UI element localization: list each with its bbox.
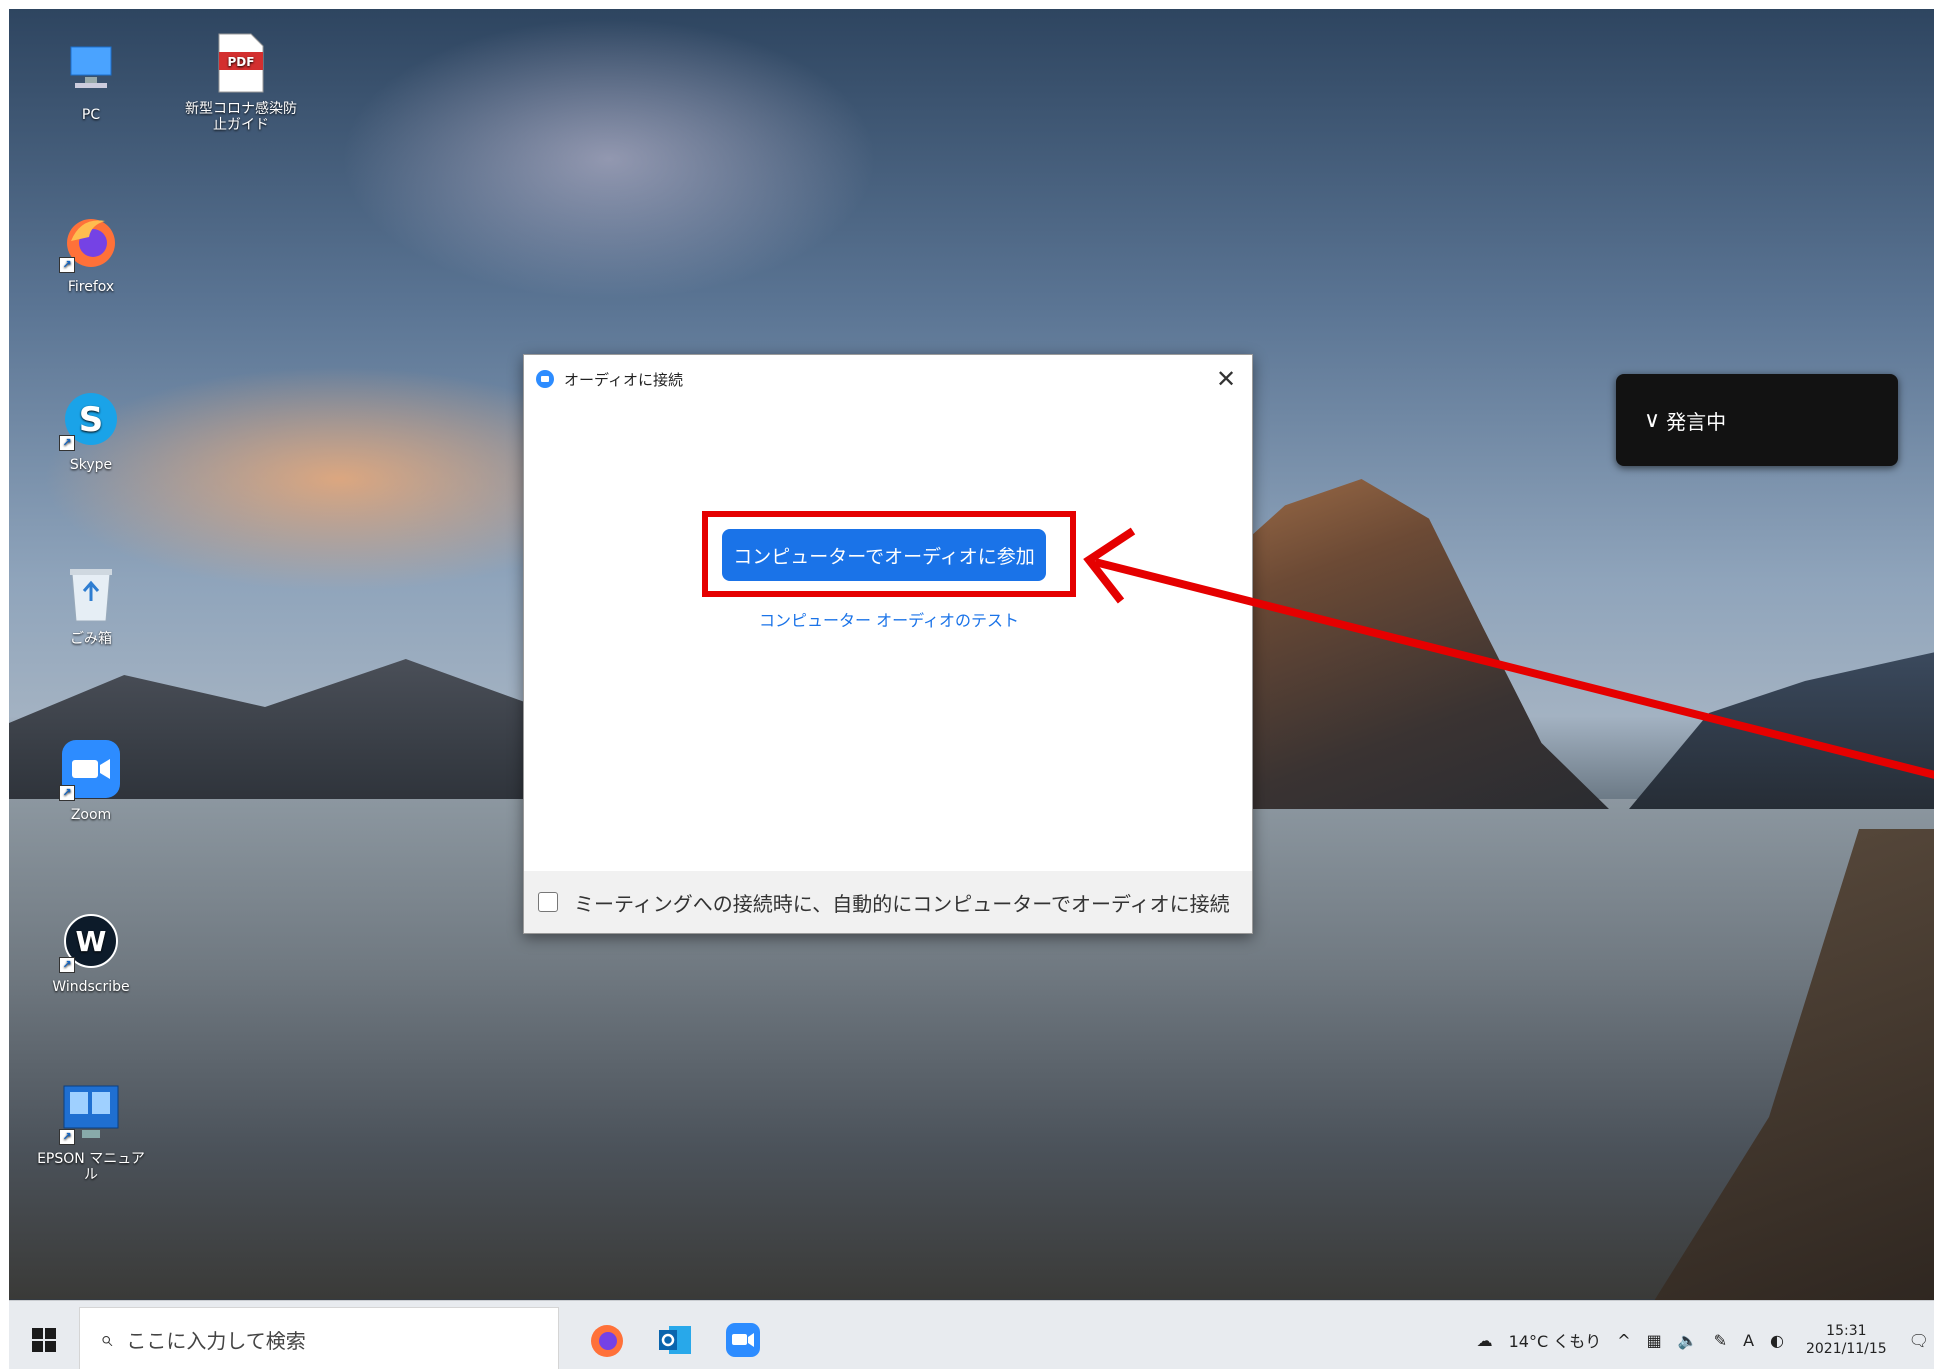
zoom-logo-icon [536, 370, 554, 388]
network-icon[interactable]: ▦ [1647, 1331, 1662, 1350]
shortcut-arrow-icon: ↗ [59, 957, 75, 973]
start-button[interactable] [9, 1301, 79, 1369]
speaking-indicator[interactable]: ∨ 発言中 [1616, 374, 1898, 466]
desktop-icon-pdf[interactable]: PDF 新型コロナ感染防止ガイド [181, 31, 301, 133]
zoom-icon [726, 1322, 760, 1357]
pen-icon[interactable]: ✎ [1714, 1331, 1727, 1350]
volume-icon[interactable]: 🔈 [1678, 1331, 1698, 1350]
firefox-icon: ↗ [59, 209, 123, 273]
desktop-icon-windscribe[interactable]: W ↗ Windscribe [31, 909, 151, 995]
pc-icon [59, 37, 123, 101]
tray-expand-chevron-icon[interactable]: ^ [1617, 1331, 1630, 1350]
notification-icon[interactable]: 🗨 [1909, 1331, 1929, 1350]
weather-text[interactable]: 14°C くもり [1509, 1328, 1602, 1352]
speaking-label: 発言中 [1666, 409, 1727, 434]
mountain-right [1629, 649, 1934, 809]
search-placeholder: ここに入力して検索 [126, 1329, 306, 1353]
shortcut-arrow-icon: ↗ [59, 1129, 75, 1145]
search-icon: ⌕ [100, 1327, 113, 1352]
recycle-bin-icon [59, 561, 123, 625]
firefox-icon [591, 1324, 623, 1357]
windscribe-icon: W ↗ [59, 909, 123, 973]
desktop-icon-firefox[interactable]: ↗ Firefox [31, 209, 151, 295]
desktop-icon-zoom[interactable]: ↗ Zoom [31, 737, 151, 823]
desktop-icon-skype[interactable]: S ↗ Skype [31, 387, 151, 473]
svg-text:W: W [76, 925, 107, 958]
pdf-file-icon: PDF [209, 31, 273, 95]
zoom-icon: ↗ [59, 737, 123, 801]
svg-text:S: S [79, 400, 104, 440]
chevron-down-icon: ∨ [1644, 407, 1661, 433]
clock-time: 15:31 [1826, 1323, 1867, 1339]
close-icon[interactable]: ✕ [1212, 365, 1240, 393]
taskbar: ⌕ ここに入力して検索 ☁ 14°C くもり ^ ▦ 🔈 ✎ A ◐ 15:31 [9, 1300, 1934, 1369]
clock-date: 2021/11/15 [1805, 1341, 1887, 1357]
shortcut-arrow-icon: ↗ [59, 785, 75, 801]
shortcut-arrow-icon: ↗ [59, 435, 75, 451]
shortcut-arrow-icon: ↗ [59, 257, 75, 273]
onedrive-icon[interactable]: ◐ [1770, 1331, 1784, 1350]
desktop: PC PDF 新型コロナ感染防止ガイド ↗ Firefox S ↗ Skype … [0, 0, 1934, 1369]
svg-text:PDF: PDF [228, 55, 255, 69]
epson-manual-icon: ↗ [59, 1081, 123, 1145]
desktop-icon-epson[interactable]: ↗ EPSON マニュアル [31, 1081, 151, 1183]
taskbar-app-firefox[interactable] [573, 1301, 641, 1369]
taskbar-search[interactable]: ⌕ ここに入力して検索 [79, 1306, 559, 1369]
taskbar-app-zoom[interactable] [709, 1301, 777, 1369]
weather-cloud-icon: ☁ [1476, 1330, 1493, 1350]
auto-connect-checkbox[interactable] [538, 892, 558, 912]
skype-icon: S ↗ [59, 387, 123, 451]
ime-indicator[interactable]: A [1743, 1331, 1754, 1350]
taskbar-app-outlook[interactable] [641, 1301, 709, 1369]
desktop-icon-recycle-bin[interactable]: ごみ箱 [31, 561, 151, 647]
desktop-icon-pc[interactable]: PC [31, 37, 151, 123]
clock[interactable]: 15:31 2021/11/15 [1806, 1322, 1887, 1358]
dialog-titlebar: オーディオに接続 [524, 355, 1252, 403]
highlight-box: コンピューターでオーディオに参加 [702, 511, 1076, 597]
join-with-computer-audio-button[interactable]: コンピューターでオーディオに参加 [722, 529, 1046, 581]
outlook-icon [659, 1325, 691, 1354]
join-audio-dialog: オーディオに接続 ✕ コンピューターでオーディオに参加 コンピューター オーディ… [523, 354, 1253, 934]
auto-connect-label: ミーティングへの接続時に、自動的にコンピューターでオーディオに接続 [574, 891, 1230, 916]
system-tray: ☁ 14°C くもり ^ ▦ 🔈 ✎ A ◐ 15:31 2021/11/15 … [1469, 1301, 1934, 1369]
windows-logo-icon [32, 1327, 56, 1352]
dialog-footer: ミーティングへの接続時に、自動的にコンピューターでオーディオに接続 [524, 871, 1252, 933]
test-computer-audio-link[interactable]: コンピューター オーディオのテスト [524, 607, 1254, 631]
dialog-title: オーディオに接続 [564, 370, 683, 389]
